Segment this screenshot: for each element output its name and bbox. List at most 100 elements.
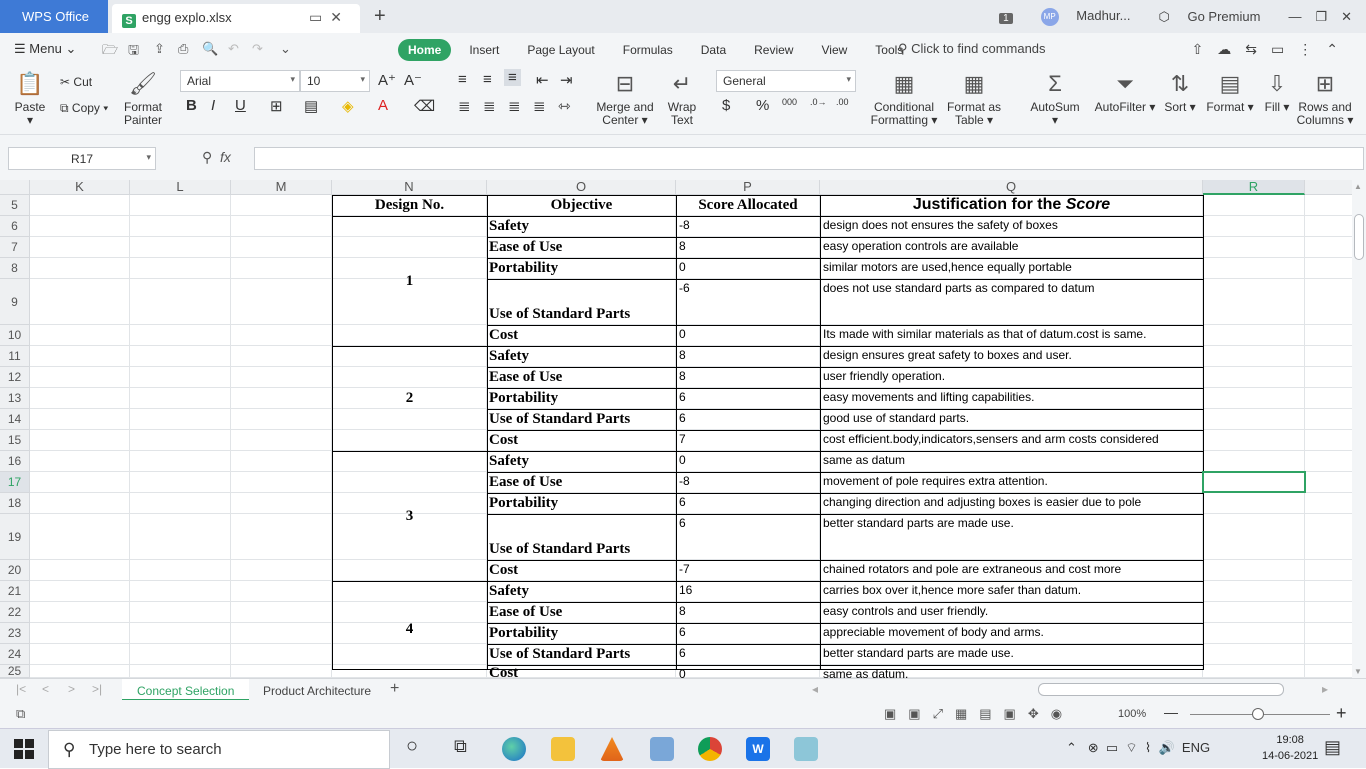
go-premium-link[interactable]: Go Premium [1187,9,1260,24]
last-sheet-icon[interactable]: >| [92,682,102,696]
scroll-right-icon[interactable]: ▸ [1322,682,1328,696]
italic-icon[interactable]: I [211,97,215,114]
next-sheet-icon[interactable]: > [68,682,75,696]
format-button[interactable]: ▤ Format ▾ [1206,71,1254,114]
row-header-18[interactable]: 18 [0,493,30,514]
clock[interactable]: 19:08 14-06-2021 [1262,732,1318,764]
close-tab-icon[interactable]: ✕ [330,9,350,25]
row-header-23[interactable]: 23 [0,623,30,644]
scroll-left-icon[interactable]: ◂ [812,682,818,696]
export-icon[interactable]: ⇪ [154,41,165,57]
more-icon[interactable]: ⋮ [1298,41,1326,57]
zoom-in-icon[interactable]: + [1336,703,1347,724]
wps-icon[interactable]: W [746,737,770,761]
zoom-slider-knob[interactable] [1252,708,1264,720]
column-header-r[interactable]: R [1203,180,1305,195]
distributed-icon[interactable]: ⇿ [558,97,571,115]
fill-button[interactable]: ⇩ Fill ▾ [1262,71,1292,114]
row-header-7[interactable]: 7 [0,237,30,258]
merge-center-button[interactable]: ⊟ Merge and Center ▾ [594,71,656,127]
decrease-decimal-icon[interactable]: .00 [836,97,849,107]
paste-button[interactable]: 📋 Paste ▾ [10,71,50,127]
conditional-formatting-button[interactable]: ▦ Conditional Formatting ▾ [870,71,938,127]
font-size-select[interactable]: 10 ▾ [300,70,370,92]
tab-formulas[interactable]: Formulas [613,39,683,61]
row-header-15[interactable]: 15 [0,430,30,451]
row-header-14[interactable]: 14 [0,409,30,430]
chrome-icon[interactable] [698,737,722,761]
tab-review[interactable]: Review [744,39,803,61]
name-box[interactable]: R17 ▾ [8,147,156,170]
notification-badge-icon[interactable]: ⊗ [1088,740,1099,755]
add-sheet-icon[interactable]: + [390,680,399,698]
decrease-font-icon[interactable]: A⁻ [404,71,422,89]
language-indicator[interactable]: ENG [1182,740,1210,755]
column-header-l[interactable]: L [130,180,231,195]
column-header-n[interactable]: N [332,180,487,195]
bold-icon[interactable]: B [186,97,197,114]
sheet-tab-product-architecture[interactable]: Product Architecture [248,679,386,701]
battery-icon[interactable]: ▭ [1106,740,1118,755]
rows-columns-button[interactable]: ⊞ Rows and Columns ▾ [1296,71,1354,127]
column-header-m[interactable]: M [231,180,332,195]
number-format-select[interactable]: General ▾ [716,70,856,92]
format-as-table-button[interactable]: ▦ Format as Table ▾ [944,71,1004,127]
vertical-scrollbar[interactable]: ▲ ▼ [1352,180,1366,678]
percent-icon[interactable]: % [756,97,769,114]
format-painter-button[interactable]: 🖌 Format Painter [120,71,166,127]
row-header-25[interactable]: 25 [0,665,30,678]
row-header-9[interactable]: 9 [0,279,30,325]
wrap-text-button[interactable]: ↵ Wrap Text [662,71,702,127]
comment-icon[interactable]: ▭ [1271,41,1298,57]
taskbar-search[interactable]: ⚲ Type here to search [48,730,390,769]
app-icon[interactable] [794,737,818,761]
row-header-19[interactable]: 19 [0,514,30,560]
zoom-out-icon[interactable]: — [1164,704,1178,720]
align-top-icon[interactable]: ≡ [458,71,467,88]
windows-start-icon[interactable] [14,739,34,759]
currency-icon[interactable]: $ [722,97,730,114]
increase-decimal-icon[interactable]: .0→ [810,97,827,107]
vertical-scroll-thumb[interactable] [1354,214,1364,260]
upload-icon[interactable]: ☁ [1217,41,1245,57]
align-center-icon[interactable]: ≣ [483,97,496,115]
scroll-down-icon[interactable]: ▼ [1354,667,1362,676]
vlc-icon[interactable] [600,737,624,761]
row-header-5[interactable]: 5 [0,195,30,216]
borders-icon[interactable]: ⊞ [270,97,283,115]
align-right-icon[interactable]: ≣ [508,97,521,115]
row-header-22[interactable]: 22 [0,602,30,623]
row-header-8[interactable]: 8 [0,258,30,279]
align-bottom-icon[interactable]: ≡ [504,69,521,86]
edge-icon[interactable] [502,737,526,761]
comma-style-icon[interactable]: 000 [782,97,797,107]
share-icon[interactable]: ⇧ [1192,41,1218,57]
macro-icon[interactable]: ⧉ [16,706,25,722]
align-middle-icon[interactable]: ≡ [483,71,492,88]
row-header-17[interactable]: 17 [0,472,30,493]
file-explorer-icon[interactable] [551,737,575,761]
new-tab-button[interactable]: + [374,5,386,28]
tab-insert[interactable]: Insert [459,39,509,61]
font-color-icon[interactable]: A [378,97,388,114]
print-icon[interactable]: ⎙ [178,41,188,57]
selected-cell[interactable] [1202,471,1306,493]
find-commands[interactable]: ⚲ Click to find commands [898,41,1046,57]
maximize-icon[interactable]: ❐ [1315,9,1327,25]
cell-style-icon[interactable]: ▤ [304,97,318,115]
avatar[interactable]: MP [1040,7,1059,26]
increase-font-icon[interactable]: A⁺ [378,71,396,89]
decrease-indent-icon[interactable]: ⇤ [536,71,549,89]
redo-icon[interactable]: ↷ [252,41,263,57]
print-preview-icon[interactable]: 🔍 [202,41,218,57]
restore-tab-icon[interactable]: ▭ [309,9,330,25]
sync-icon[interactable]: ⇆ [1245,41,1271,57]
scroll-up-icon[interactable]: ▲ [1354,182,1362,191]
user-name[interactable]: Madhur... [1076,8,1130,23]
font-select[interactable]: Arial ▾ [180,70,300,92]
volume-icon[interactable]: 🔊 [1158,740,1174,755]
sheet-tab-concept-selection[interactable]: Concept Selection [122,679,250,701]
horizontal-scroll-thumb[interactable] [1038,683,1284,696]
select-all-corner[interactable] [0,180,30,195]
undo-icon[interactable]: ↶ [228,41,239,57]
